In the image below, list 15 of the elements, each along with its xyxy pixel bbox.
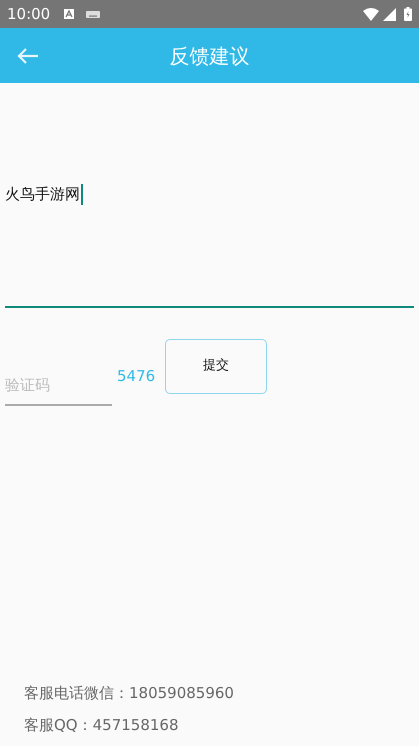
- submit-button[interactable]: 提交: [165, 338, 267, 394]
- captcha-code: 5476: [117, 366, 156, 387]
- keyboard-icon: [86, 10, 100, 18]
- signal-icon: [383, 8, 396, 20]
- contact-info: 客服QQ：457158168: [24, 714, 180, 736]
- status-time: 10:00: [7, 4, 50, 25]
- page-title: 反馈建议: [170, 42, 250, 70]
- contact-info: 客服电话微信：18059085960: [24, 683, 235, 704]
- captcha-field[interactable]: 验证码: [5, 366, 112, 406]
- text-cursor: [81, 184, 83, 205]
- wifi-icon: [363, 8, 379, 20]
- back-arrow-icon: [17, 48, 39, 64]
- feedback-field[interactable]: 火鸟手游网: [5, 83, 414, 308]
- battery-icon: [404, 7, 412, 21]
- notification-icon: [64, 9, 74, 19]
